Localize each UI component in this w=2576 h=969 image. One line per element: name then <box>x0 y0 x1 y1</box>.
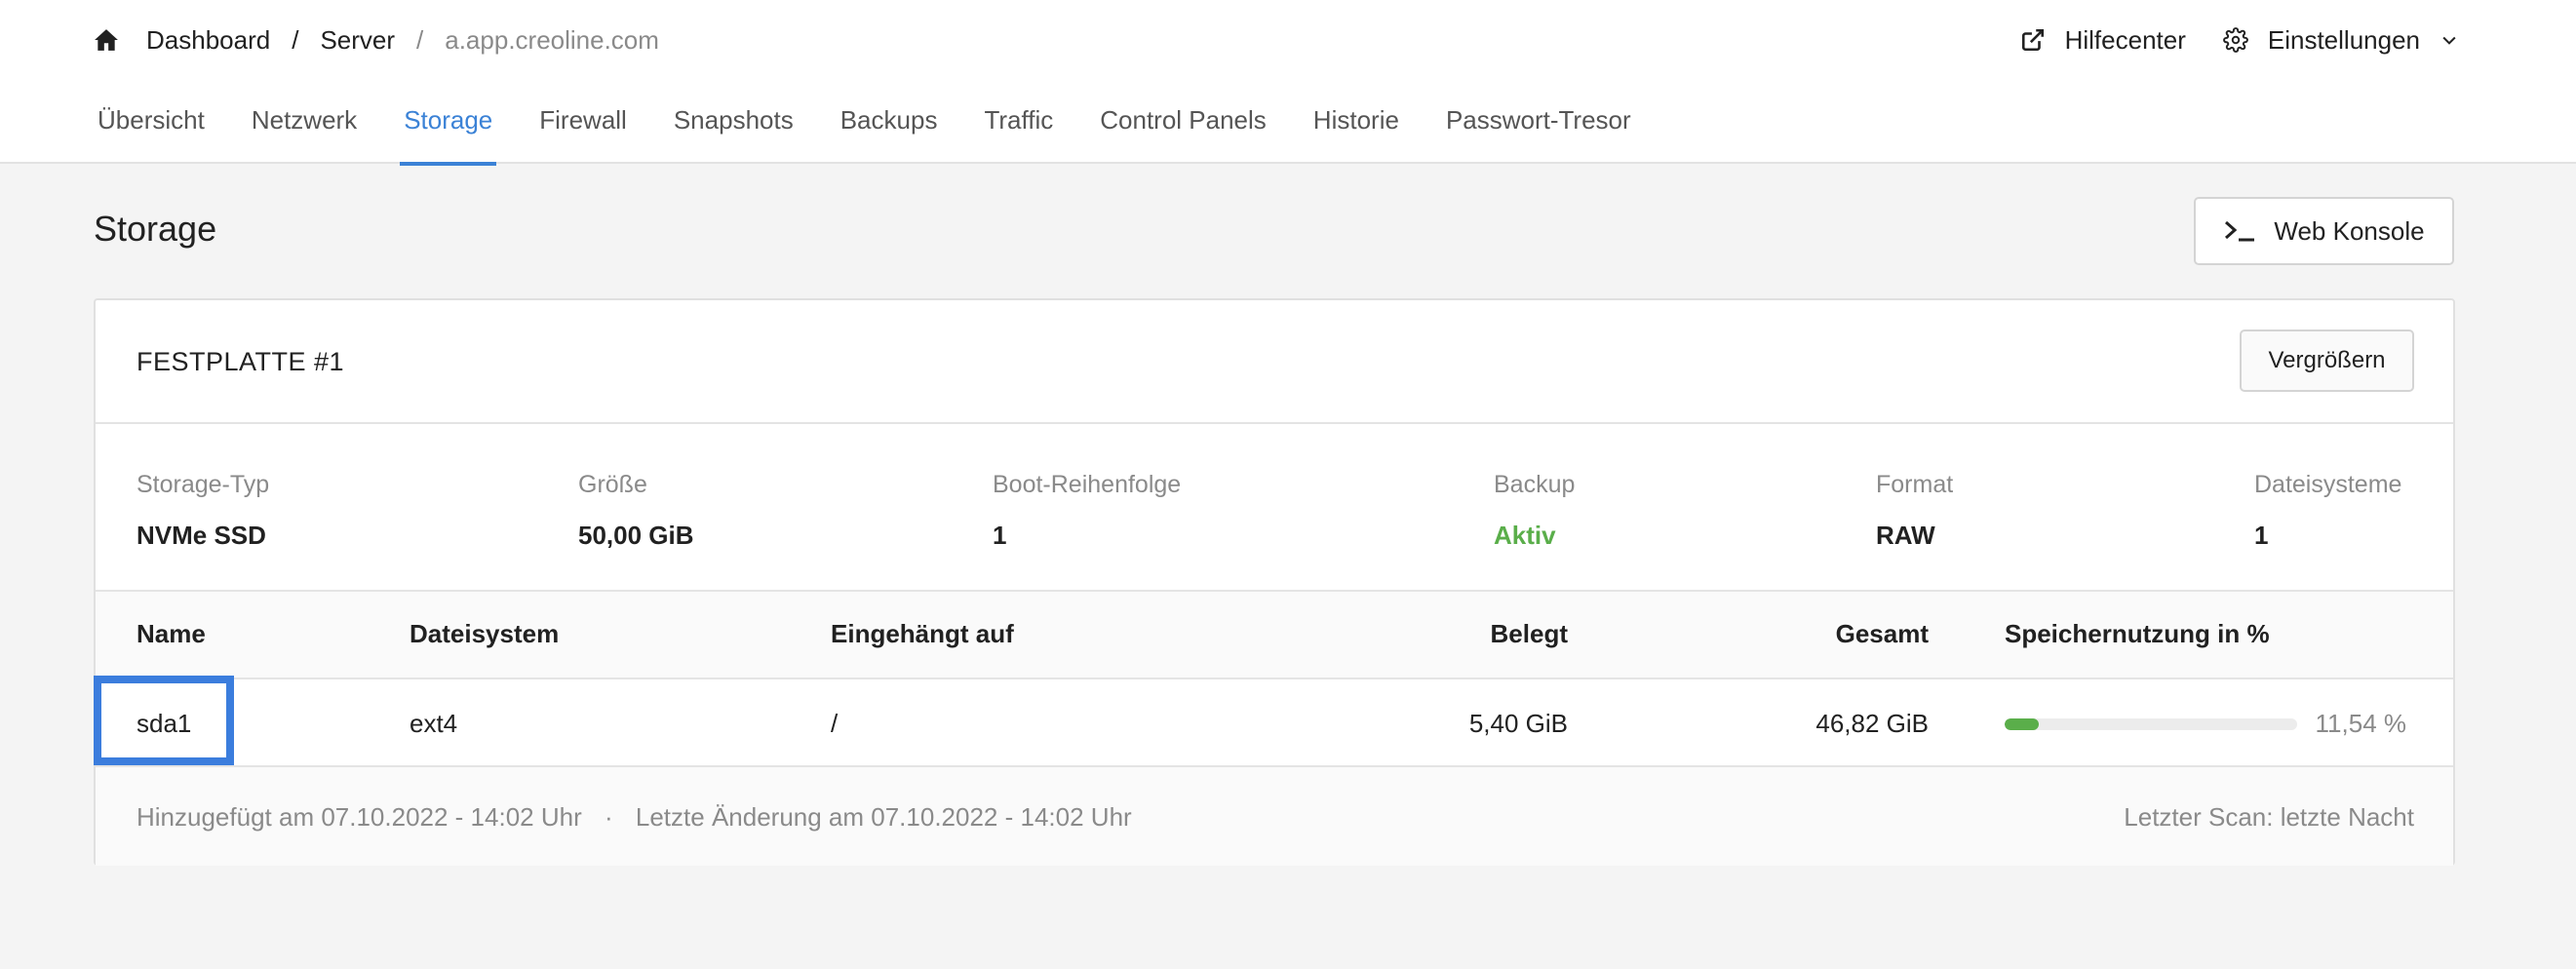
tab-overview[interactable]: Übersicht <box>98 97 205 164</box>
last-scan: Letzter Scan: letzte Nacht <box>2124 802 2414 832</box>
top-bar: Dashboard / Server / a.app.creoline.com … <box>0 0 2576 166</box>
partition-name[interactable]: sda1 <box>137 709 191 739</box>
resize-button[interactable]: Vergrößern <box>2240 329 2414 392</box>
tab-firewall[interactable]: Firewall <box>539 97 627 164</box>
tab-network[interactable]: Netzwerk <box>252 97 357 164</box>
disk-card-footer: Hinzugefügt am 07.10.2022 - 14:02 Uhr · … <box>96 767 2453 866</box>
breadcrumb-separator: / <box>416 24 424 55</box>
prop-value: RAW <box>1876 521 1935 550</box>
prop-label: Größe <box>578 471 647 498</box>
prop-boot-order: Boot-Reihenfolge 1 <box>993 471 1181 551</box>
breadcrumb-dashboard[interactable]: Dashboard <box>146 25 270 56</box>
partition-total: 46,82 GiB <box>1815 709 1929 738</box>
prop-size: Größe 50,00 GiB <box>578 471 694 551</box>
settings-dropdown[interactable]: Einstellungen <box>2223 25 2459 56</box>
help-center-label: Hilfecenter <box>2064 24 2186 55</box>
partition-used: 5,40 GiB <box>1468 709 1568 738</box>
disk-properties: Storage-Typ NVMe SSD Größe 50,00 GiB Boo… <box>96 424 2453 592</box>
tab-snapshots[interactable]: Snapshots <box>674 97 794 164</box>
prop-filesystems: Dateisysteme 1 <box>2254 471 2401 551</box>
help-center-link[interactable]: Hilfecenter <box>2020 25 2186 56</box>
tab-backups[interactable]: Backups <box>840 97 938 164</box>
partition-table-header: Name Dateisystem Eingehängt auf Belegt G… <box>96 592 2453 679</box>
prop-value: 1 <box>993 521 1007 550</box>
prop-value: 50,00 GiB <box>578 521 694 550</box>
changed-date: Letzte Änderung am 07.10.2022 - 14:02 Uh… <box>635 802 1132 832</box>
home-icon[interactable] <box>94 27 119 53</box>
web-console-button[interactable]: Web Konsole <box>2194 197 2454 265</box>
usage-progress-fill <box>2005 718 2039 730</box>
col-filesystem: Dateisystem <box>410 619 560 648</box>
prop-label: Format <box>1876 471 1954 498</box>
breadcrumb-separator: / <box>292 24 299 55</box>
usage-progress-bar <box>2005 718 2297 730</box>
settings-label: Einstellungen <box>2267 24 2420 55</box>
prop-backup: Backup Aktiv <box>1494 471 1575 551</box>
tab-storage[interactable]: Storage <box>400 97 497 166</box>
prop-label: Backup <box>1494 471 1576 498</box>
disk-title: FESTPLATTE #1 <box>137 347 345 376</box>
prop-label: Dateisysteme <box>2254 471 2402 498</box>
partition-mount: / <box>831 709 839 738</box>
page-title: Storage <box>94 209 217 249</box>
footer-separator: · <box>604 802 613 832</box>
table-row[interactable]: sda1 ext4 / 5,40 GiB 46,82 GiB 11,54 % <box>94 676 2453 767</box>
prop-format: Format RAW <box>1876 471 1953 551</box>
tab-traffic[interactable]: Traffic <box>984 97 1053 164</box>
tab-password-vault[interactable]: Passwort-Tresor <box>1446 97 1631 164</box>
col-name: Name <box>137 619 206 648</box>
disk-card-header: FESTPLATTE #1 Vergrößern <box>96 300 2453 424</box>
disk-card: FESTPLATTE #1 Vergrößern Storage-Typ NVM… <box>94 298 2455 866</box>
usage-percent: 11,54 % <box>2315 709 2406 738</box>
breadcrumb: Dashboard / Server / a.app.creoline.com <box>94 19 659 60</box>
prop-label: Storage-Typ <box>137 471 270 498</box>
col-used: Belegt <box>1490 619 1568 648</box>
prop-value: 1 <box>2254 521 2269 550</box>
backup-status: Aktiv <box>1494 521 1556 550</box>
col-total: Gesamt <box>1835 619 1929 648</box>
tab-bar: Übersicht Netzwerk Storage Firewall Snap… <box>98 97 1678 166</box>
col-usage: Speichernutzung in % <box>2005 619 2270 648</box>
web-console-label: Web Konsole <box>2274 215 2425 246</box>
prop-value: NVMe SSD <box>137 521 266 550</box>
tab-history[interactable]: Historie <box>1313 97 1399 164</box>
top-right-links: Hilfecenter Einstellungen <box>2020 19 2459 60</box>
partition-filesystem: ext4 <box>410 709 458 738</box>
external-link-icon <box>2021 28 2044 52</box>
footer-timestamps: Hinzugefügt am 07.10.2022 - 14:02 Uhr · … <box>137 802 1132 833</box>
gear-icon <box>2223 27 2248 53</box>
col-mount: Eingehängt auf <box>831 619 1014 648</box>
breadcrumb-server[interactable]: Server <box>320 25 395 56</box>
breadcrumb-host: a.app.creoline.com <box>445 24 659 55</box>
prop-label: Boot-Reihenfolge <box>993 471 1182 498</box>
chevron-down-icon <box>2442 36 2456 45</box>
terminal-icon <box>2225 220 2255 242</box>
prop-storage-type: Storage-Typ NVMe SSD <box>137 471 269 551</box>
added-date: Hinzugefügt am 07.10.2022 - 14:02 Uhr <box>137 802 582 832</box>
tab-control-panels[interactable]: Control Panels <box>1100 97 1267 164</box>
